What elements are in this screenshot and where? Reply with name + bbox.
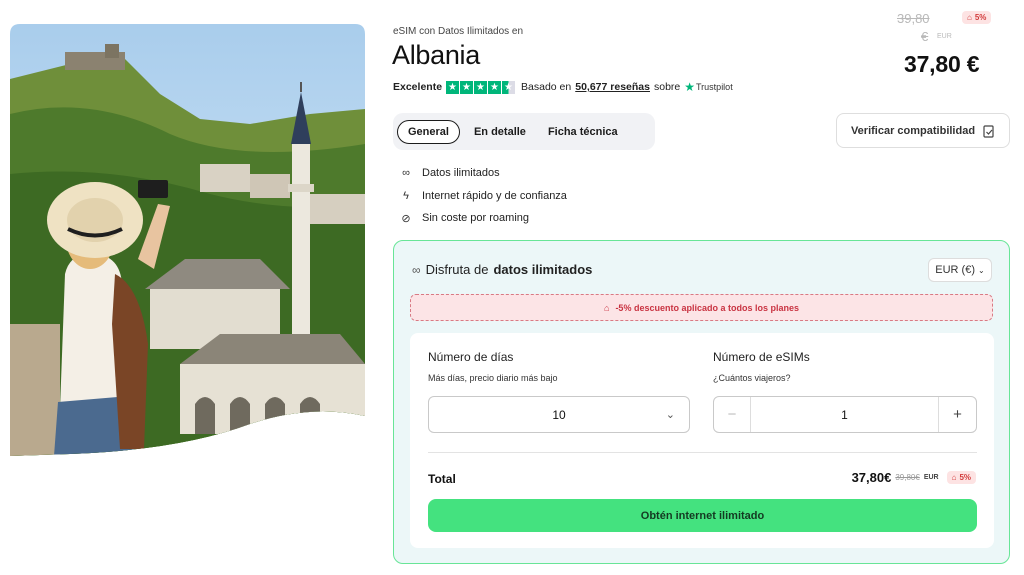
reviews-suffix: sobre <box>653 81 681 93</box>
feature-item: ∞ Datos ilimitados <box>398 162 567 185</box>
feature-item: ⊘ Sin coste por roaming <box>398 207 567 230</box>
no-roaming-icon: ⊘ <box>401 212 411 225</box>
chevron-down-icon: ⌄ <box>665 409 675 421</box>
reviews-prefix: Basado en <box>521 81 572 93</box>
reviews-link[interactable]: 50,677 reseñas <box>575 81 650 93</box>
total-price: 37,80€ <box>851 470 892 485</box>
tab-details[interactable]: En detalle <box>466 120 534 144</box>
tab-specs[interactable]: Ficha técnica <box>540 120 626 144</box>
days-select[interactable]: 10 ⌄ <box>428 396 690 433</box>
total-label: Total <box>428 472 456 486</box>
esims-value[interactable]: 1 <box>751 397 938 432</box>
old-price: 39,80 <box>897 11 930 26</box>
currency-select[interactable]: EUR (€) ⌄ <box>928 258 992 282</box>
total-currency: EUR <box>923 474 939 481</box>
star-icon: ★ <box>460 80 474 94</box>
decrement-button[interactable]: − <box>714 397 751 432</box>
plan-card: Número de días Más días, precio diario m… <box>410 333 994 548</box>
discount-badge-value: 5% <box>974 13 987 22</box>
hero-image <box>10 24 365 456</box>
feature-label: Datos ilimitados <box>422 167 500 180</box>
check-compatibility-button[interactable]: Verificar compatibilidad <box>836 113 1010 148</box>
esims-stepper: − 1 + <box>713 396 977 433</box>
infinity-icon: ∞ <box>412 262 421 277</box>
days-value: 10 <box>552 407 566 422</box>
get-unlimited-internet-button[interactable]: Obtén internet ilimitado <box>428 499 977 532</box>
plan-heading: ∞ Disfruta de datos ilimitados <box>412 262 592 277</box>
product-eyebrow: eSIM con Datos Ilimitados en <box>393 26 524 37</box>
days-hint: Más días, precio diario más bajo <box>428 373 558 383</box>
currency-value: EUR (€) <box>935 264 976 276</box>
trustpilot-star-icon: ★ <box>684 80 696 94</box>
old-price-currency: € <box>921 29 929 44</box>
plan-heading-bold: datos ilimitados <box>493 262 593 277</box>
star-icon: ★ <box>488 80 502 94</box>
plan-heading-prefix: Disfruta de <box>425 262 489 277</box>
total-discount-badge: ⌂ 5% <box>946 471 976 484</box>
discount-message: -5% descuento aplicado a todos los plane… <box>615 302 799 313</box>
plan-panel: ∞ Disfruta de datos ilimitados EUR (€) ⌄… <box>393 240 1010 564</box>
trustpilot-logo: ★ Trustpilot <box>684 80 732 94</box>
half-star-icon: ★ <box>502 80 516 94</box>
tag-icon: ⌂ <box>967 13 972 22</box>
discount-badge: ⌂ 5% <box>962 11 992 24</box>
current-price: 37,80 € <box>904 51 980 77</box>
trustpilot-label: Trustpilot <box>696 82 733 92</box>
trustpilot-rating[interactable]: Excelente ★ ★ ★ ★ ★ Basado en 50,677 res… <box>393 80 733 94</box>
infinity-icon: ∞ <box>402 167 410 180</box>
feature-label: Internet rápido y de confianza <box>422 189 567 202</box>
total-summary: 37,80€ 39,80€ EUR ⌂ 5% <box>852 470 976 485</box>
albania-travel-photo <box>10 24 365 456</box>
rating-label: Excelente <box>393 81 443 93</box>
chevron-down-icon: ⌄ <box>978 265 985 275</box>
total-old-price: 39,80€ <box>895 473 920 482</box>
old-price-currency-code: EUR <box>937 33 952 40</box>
feature-label: Sin coste por roaming <box>422 212 529 225</box>
esims-hint: ¿Cuántos viajeros? <box>713 373 791 383</box>
bolt-icon: ϟ <box>403 189 409 202</box>
clipboard-check-icon <box>983 124 994 138</box>
divider <box>428 452 977 453</box>
page-title: Albania <box>392 40 480 70</box>
tag-icon: ⌂ <box>604 302 610 313</box>
days-label: Número de días <box>428 350 514 364</box>
info-tabs: General En detalle Ficha técnica <box>393 113 655 150</box>
check-compatibility-label: Verificar compatibilidad <box>850 124 976 137</box>
total-badge-value: 5% <box>959 473 971 482</box>
feature-item: ϟ Internet rápido y de confianza <box>398 185 567 208</box>
feature-list: ∞ Datos ilimitados ϟ Internet rápido y d… <box>398 162 567 230</box>
increment-button[interactable]: + <box>938 397 976 432</box>
discount-banner: ⌂ -5% descuento aplicado a todos los pla… <box>410 294 993 321</box>
esims-label: Número de eSIMs <box>713 350 810 364</box>
tab-general[interactable]: General <box>397 119 460 144</box>
tag-icon: ⌂ <box>951 473 957 482</box>
rating-stars: ★ ★ ★ ★ ★ <box>446 80 516 94</box>
star-icon: ★ <box>446 80 460 94</box>
star-icon: ★ <box>474 80 488 94</box>
